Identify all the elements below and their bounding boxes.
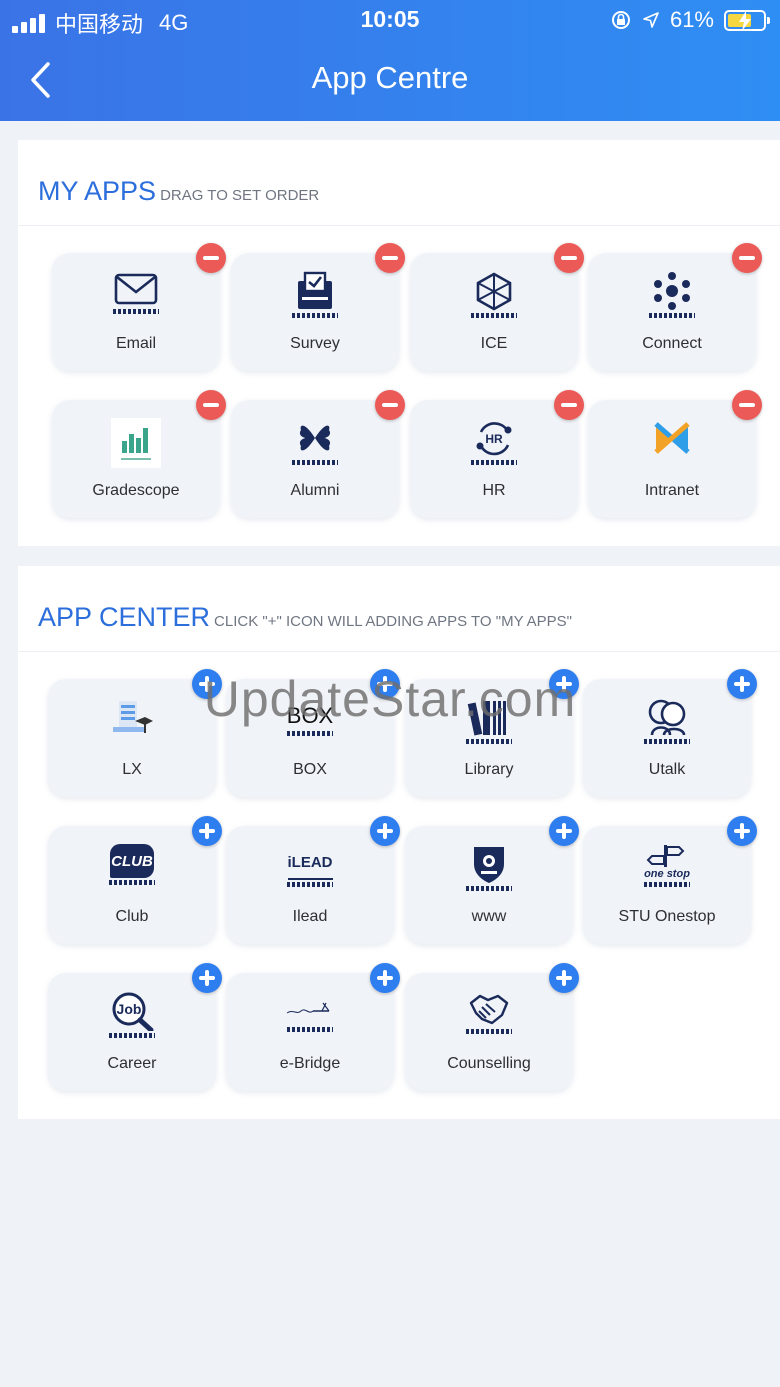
- rotation-lock-icon: [611, 11, 630, 29]
- app-tile-e-bridge[interactable]: e-Bridge: [226, 963, 400, 1091]
- job-search-icon: Job: [112, 992, 154, 1031]
- remove-app-button[interactable]: [554, 243, 584, 273]
- app-tile-hr[interactable]: HR HR: [410, 390, 584, 518]
- add-app-button[interactable]: [192, 669, 222, 699]
- add-app-button[interactable]: [727, 669, 757, 699]
- add-app-button[interactable]: [549, 816, 579, 846]
- app-label: Club: [115, 908, 149, 925]
- app-tile-ice[interactable]: ICE: [410, 243, 584, 371]
- battery-percent: 61%: [669, 7, 714, 32]
- shield-icon: [474, 847, 504, 883]
- app-label: STU Onestop: [618, 908, 716, 925]
- app-header: 中国移动 4G 10:05 61% App Centre: [0, 0, 780, 121]
- app-label: Connect: [642, 335, 702, 352]
- app-label: Survey: [290, 335, 340, 352]
- remove-app-button[interactable]: [375, 390, 405, 420]
- utalk-icon: [648, 699, 686, 736]
- app-tile-library[interactable]: Library: [405, 669, 579, 797]
- club-icon: CLUB: [110, 844, 154, 878]
- add-app-button[interactable]: [370, 816, 400, 846]
- app-tile-stu-onestop[interactable]: one stop STU Onestop: [583, 816, 757, 944]
- app-tile-career[interactable]: Job Career: [48, 963, 222, 1091]
- onestop-icon: [646, 845, 685, 867]
- add-app-button[interactable]: [549, 669, 579, 699]
- add-app-button[interactable]: [192, 963, 222, 993]
- app-label: Library: [464, 761, 514, 778]
- svg-text:HR: HR: [485, 432, 503, 446]
- app-tile-lx[interactable]: LX: [48, 669, 222, 797]
- connect-icon: [654, 272, 690, 310]
- app-label: Email: [115, 335, 156, 352]
- remove-app-button[interactable]: [554, 390, 584, 420]
- remove-app-button[interactable]: [732, 390, 762, 420]
- app-tile-email[interactable]: Email: [52, 243, 226, 371]
- app-tile-ilead[interactable]: iLEAD Ilead: [226, 816, 400, 944]
- remove-app-button[interactable]: [196, 390, 226, 420]
- survey-icon: [298, 271, 332, 309]
- lx-icon: [113, 701, 153, 733]
- app-tile-club[interactable]: CLUB Club: [48, 816, 222, 944]
- app-label: Alumni: [290, 482, 340, 499]
- status-bar: 中国移动 4G 10:05 61%: [0, 0, 780, 40]
- remove-app-button[interactable]: [375, 243, 405, 273]
- handshake-icon: [469, 994, 509, 1025]
- remove-app-button[interactable]: [196, 243, 226, 273]
- app-label: Counselling: [447, 1055, 531, 1072]
- envelope-icon: [114, 273, 158, 305]
- my-apps-subtitle: DRAG TO SET ORDER: [160, 187, 320, 204]
- add-app-button[interactable]: [370, 669, 400, 699]
- alumni-icon: [299, 425, 331, 451]
- ilead-icon: iLEAD: [287, 848, 333, 880]
- add-app-button[interactable]: [727, 816, 757, 846]
- app-label: Ilead: [292, 908, 328, 925]
- app-tile-www[interactable]: www: [405, 816, 579, 944]
- library-icon: [467, 701, 506, 736]
- app-tile-counselling[interactable]: Counselling: [405, 963, 579, 1091]
- app-label: Utalk: [648, 761, 686, 778]
- add-app-button[interactable]: [192, 816, 222, 846]
- app-label: www: [471, 908, 507, 925]
- app-center-panel: APP CENTER CLICK "+" ICON WILL ADDING AP…: [18, 566, 780, 1119]
- job-text: Job: [117, 1001, 142, 1017]
- app-center-title: APP CENTER: [38, 602, 211, 632]
- location-arrow-icon: [643, 12, 659, 28]
- ebridge-icon: [286, 1002, 330, 1014]
- app-label: LX: [122, 761, 142, 778]
- app-tile-gradescope[interactable]: Gradescope: [52, 390, 226, 518]
- app-tile-connect[interactable]: Connect: [588, 243, 762, 371]
- app-label: BOX: [293, 761, 327, 778]
- app-center-subtitle: CLICK "+" ICON WILL ADDING APPS TO "MY A…: [214, 613, 572, 630]
- app-label: e-Bridge: [279, 1055, 341, 1072]
- cube-icon: [476, 272, 512, 311]
- onestop-label: one stop: [644, 868, 690, 880]
- app-tile-survey[interactable]: Survey: [231, 243, 405, 371]
- add-app-button[interactable]: [370, 963, 400, 993]
- app-tile-intranet[interactable]: Intranet: [588, 390, 762, 518]
- page-title: App Centre: [311, 60, 469, 95]
- my-apps-title: MY APPS: [38, 176, 157, 206]
- app-tile-alumni[interactable]: Alumni: [231, 390, 405, 518]
- add-app-button[interactable]: [549, 963, 579, 993]
- app-center-header: APP CENTER CLICK "+" ICON WILL ADDING AP…: [18, 566, 780, 652]
- app-label: Gradescope: [92, 482, 180, 499]
- my-apps-header: MY APPS DRAG TO SET ORDER: [18, 140, 780, 226]
- my-apps-panel: MY APPS DRAG TO SET ORDER Email Survey I…: [18, 140, 780, 546]
- hr-icon: HR: [476, 422, 512, 456]
- intranet-icon: [654, 422, 690, 454]
- app-label: HR: [482, 482, 506, 499]
- app-label: Career: [107, 1055, 157, 1072]
- gradescope-icon: [111, 418, 161, 468]
- box-icon: BOX: [286, 703, 334, 728]
- remove-app-button[interactable]: [732, 243, 762, 273]
- app-label: Intranet: [644, 482, 700, 499]
- app-tile-box[interactable]: BOX BOX: [226, 669, 400, 797]
- app-tile-utalk[interactable]: Utalk: [583, 669, 757, 797]
- app-label: ICE: [480, 335, 508, 352]
- battery-icon: [724, 9, 770, 31]
